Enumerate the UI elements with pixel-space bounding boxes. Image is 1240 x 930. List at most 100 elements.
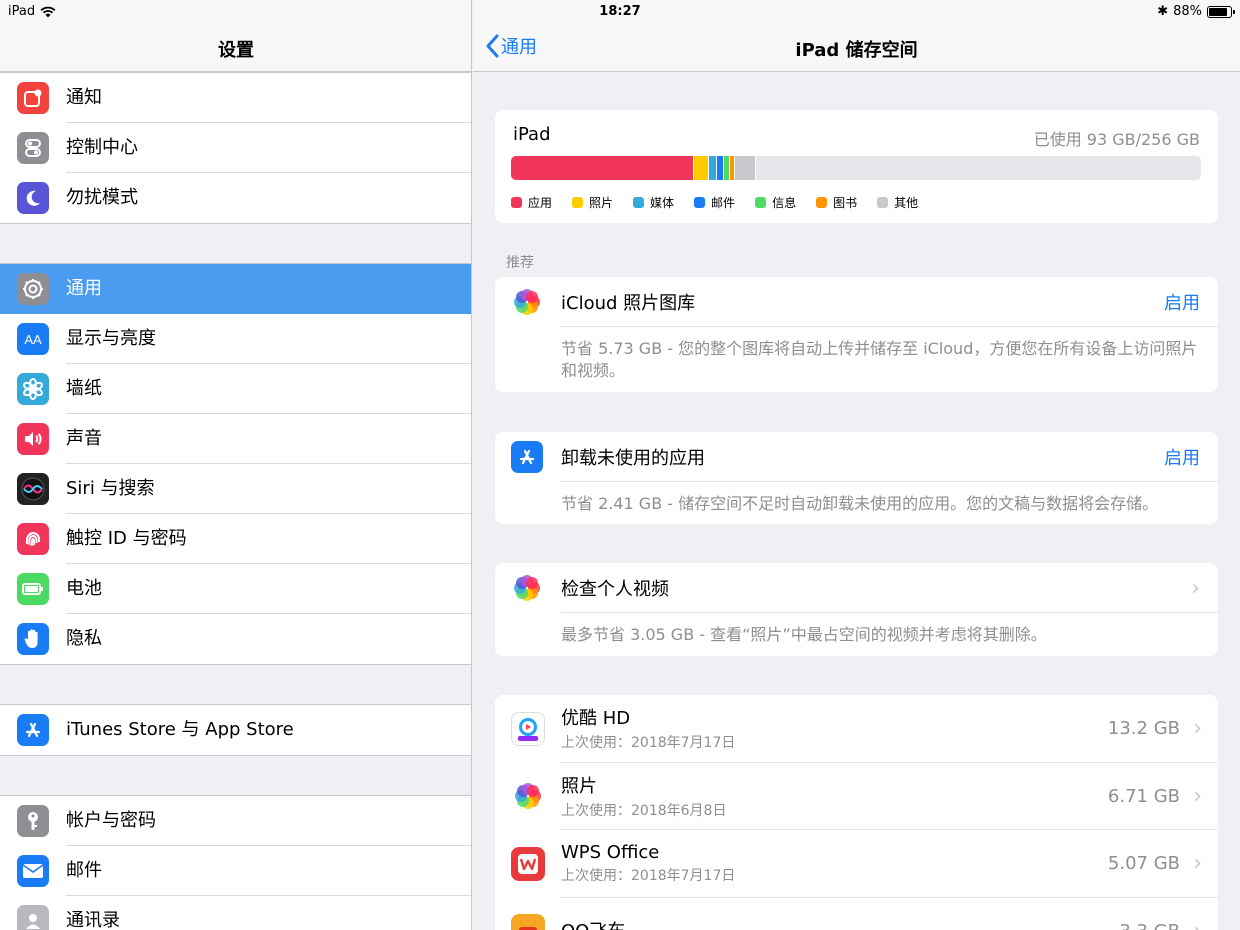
app-row[interactable]: QQ飞车 3.3 GB › [495,898,1218,930]
youku-icon [511,711,545,746]
storage-legend: 应用 照片 媒体 邮件 信息 图书 其他 [511,194,918,211]
legend-item: 媒体 [633,194,674,211]
rec-review-videos[interactable]: 检查个人视频 › 最多节省 3.05 GB - 查看“照片”中最占空间的视频并考… [495,563,1218,656]
sidebar-item-label: 电池 [66,564,471,614]
storage-summary-card: iPad 已使用 93 GB/256 GB 应用 照片 媒体 邮件 信息 图书 其他 [495,110,1218,223]
app-row[interactable]: 照片 上次使用：2018年6月8日 6.71 GB › [495,763,1218,830]
fingerprint-icon [17,523,49,555]
chevron-right-icon: › [1191,575,1200,601]
storage-used: 已使用 93 GB/256 GB [1033,130,1200,149]
control-center-icon [17,132,49,164]
page-title: iPad 储存空间 [795,40,918,61]
sidebar-item-label: 帐户与密码 [66,796,471,846]
speaker-icon [17,423,49,455]
sidebar-item-label: 通讯录 [66,910,120,930]
sidebar-item-label: iTunes Store 与 App Store [66,719,294,740]
bluetooth-icon: ✱ [1157,4,1169,19]
storage-segment [717,156,725,180]
sidebar-item-label: 通用 [66,278,102,299]
sidebar-item-8[interactable]: 隐私 [0,614,471,664]
legend-item: 照片 [572,194,613,211]
storage-detail: 通用 iPad 储存空间 iPad 已使用 93 GB/256 GB 应用 照片媒… [473,0,1240,930]
display-icon: AA [17,323,49,355]
rec-header: 卸载未使用的应用 启用 [495,432,1218,482]
app-row[interactable]: WPS Office 上次使用：2018年7月17日 5.07 GB › [495,830,1218,898]
legend-item: 应用 [511,194,552,211]
recommend-section-label: 推荐 [506,255,534,271]
legend-label: 图书 [833,196,858,210]
legend-swatch [755,197,767,208]
settings-sidebar: 设置 通知 控制中心 勿扰模式 通用 AA 显示与亮度 墙纸 声音 Siri 与搜索 触控 ID… [0,0,472,930]
legend-swatch [694,197,706,208]
legend-label: 应用 [528,196,553,210]
app-store-icon [511,441,543,473]
status-time: 18:27 [599,4,641,19]
sidebar-item-6[interactable]: 触控 ID 与密码 [0,514,471,564]
legend-item: 图书 [816,194,857,211]
app-size: 3.3 GB [1119,921,1180,930]
rec-icloud-photos: iCloud 照片图库 启用 节省 5.73 GB - 您的整个图库将自动上传并… [495,277,1218,392]
photos-icon [511,779,545,813]
wps-icon [511,846,545,881]
sidebar-item-5[interactable]: Siri 与搜索 [0,464,471,514]
legend-item: 信息 [755,194,796,211]
settings-group-4: 帐户与密码 邮件通讯录 [0,795,471,930]
siri-icon [17,473,49,505]
rec-title: 卸载未使用的应用 [561,448,705,469]
app-row[interactable]: 优酷 HD 上次使用：2018年7月17日 13.2 GB › [495,695,1218,763]
storage-bar [511,156,1201,180]
sidebar-item-3[interactable]: 通讯录 [0,896,471,930]
app-list: 优酷 HD 上次使用：2018年7月17日 13.2 GB › 照片 上次使用：… [495,695,1218,930]
enable-button[interactable]: 启用 [1164,289,1200,315]
status-bar: iPad 18:27 ✱ 88% [0,0,1240,24]
storage-segment [511,156,694,180]
photos-icon [511,572,543,604]
sidebar-item-1[interactable]: 通知 [0,73,471,123]
sidebar-item-1[interactable]: iTunes Store 与 App Store [0,705,471,755]
rec-description: 节省 5.73 GB - 您的整个图库将自动上传并储存至 iCloud，方便您在… [561,339,1198,380]
battery-icon [17,573,49,605]
sidebar-item-2[interactable]: 邮件 [0,846,471,896]
app-store-icon [17,714,49,746]
app-size: 5.07 GB [1107,853,1180,875]
sidebar-item-7[interactable]: 电池 [0,564,471,614]
settings-group-3: iTunes Store 与 App Store [0,704,471,756]
photos-icon [511,286,543,318]
chevron-right-icon: › [1193,919,1202,930]
rec-header: iCloud 照片图库 启用 [495,277,1218,327]
sidebar-item-label: 触控 ID 与密码 [66,514,471,564]
rec-header[interactable]: 检查个人视频 › [495,563,1218,613]
sidebar-item-2[interactable]: AA 显示与亮度 [0,314,471,364]
sidebar-item-1[interactable]: 通用 [0,264,471,314]
legend-swatch [572,197,584,208]
app-size: 6.71 GB [1107,785,1180,807]
storage-segment [709,156,718,180]
sidebar-item-label: 墙纸 [66,364,471,414]
sidebar-item-label: 邮件 [66,846,471,896]
legend-label: 邮件 [711,196,736,210]
legend-label: 其他 [894,196,919,210]
sidebar-item-3[interactable]: 墙纸 [0,364,471,414]
sidebar-item-label: 显示与亮度 [66,314,471,364]
status-right: ✱ 88% [1157,4,1235,19]
legend-swatch [877,197,889,208]
sidebar-item-2[interactable]: 控制中心 [0,123,471,173]
legend-label: 信息 [772,196,797,210]
legend-item: 邮件 [694,194,735,211]
sidebar-item-4[interactable]: 声音 [0,414,471,464]
legend-label: 照片 [589,196,614,210]
storage-device: iPad [513,124,551,145]
contacts-icon [17,905,49,930]
legend-label: 媒体 [650,196,675,210]
sidebar-item-3[interactable]: 勿扰模式 [0,173,471,223]
enable-button[interactable]: 启用 [1164,444,1200,470]
legend-item: 其他 [877,194,918,211]
sidebar-item-1[interactable]: 帐户与密码 [0,796,471,846]
chevron-right-icon: › [1193,783,1202,809]
rec-title: iCloud 照片图库 [561,293,696,314]
rec-description: 最多节省 3.05 GB - 查看“照片”中最占空间的视频并考虑将其删除。 [561,625,1047,644]
rec-description: 节省 2.41 GB - 储存空间不足时自动卸载未使用的应用。您的文稿与数据将会… [561,494,1159,513]
battery-percent: 88% [1173,4,1202,19]
sidebar-item-label: 控制中心 [66,123,471,173]
hand-icon [17,623,49,655]
